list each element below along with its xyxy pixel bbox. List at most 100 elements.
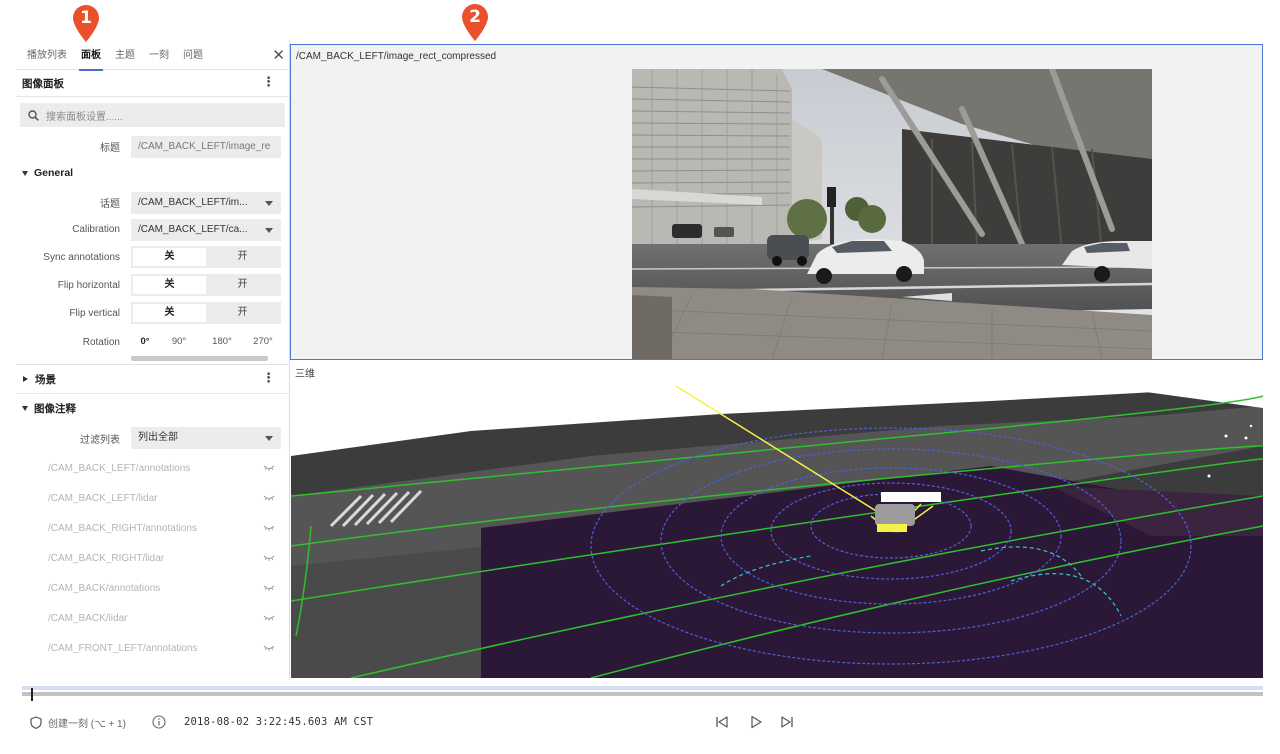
- close-icon[interactable]: ✕: [272, 46, 285, 64]
- eye-hidden-icon[interactable]: [263, 555, 275, 562]
- eye-hidden-icon[interactable]: [263, 585, 275, 592]
- flip-horizontal-off[interactable]: 关: [133, 276, 206, 294]
- group-image-annotations-label: 图像注释: [34, 403, 76, 415]
- group-scene-label: 场景: [35, 373, 56, 386]
- info-icon[interactable]: [152, 715, 166, 734]
- create-moment-label: 创建一刻 (⌥ + 1): [48, 719, 126, 730]
- eye-hidden-icon[interactable]: [263, 645, 275, 652]
- sync-annotations-off[interactable]: 关: [133, 248, 206, 266]
- search-placeholder: 搜索面板设置......: [46, 111, 123, 123]
- flip-horizontal-toggle: 关 开: [131, 274, 281, 296]
- filter-label: 过滤列表: [80, 434, 120, 446]
- tab-moments[interactable]: 一刻: [147, 40, 171, 70]
- playback-timestamp[interactable]: 2018-08-02 3:22:45.603 AM CST: [184, 716, 373, 728]
- filter-select[interactable]: 列出全部: [131, 427, 281, 449]
- topic-label: 话题: [100, 199, 120, 210]
- settings-search-input[interactable]: 搜索面板设置......: [20, 103, 285, 127]
- sync-annotations-label: Sync annotations: [43, 251, 120, 263]
- point-cloud-render: [291, 386, 1263, 678]
- flip-vertical-toggle: 关 开: [131, 302, 281, 324]
- flip-vertical-off[interactable]: 关: [133, 304, 206, 322]
- flip-horizontal-row: Flip horizontal 关 开: [16, 271, 289, 299]
- create-moment-button[interactable]: 创建一刻 (⌥ + 1): [30, 715, 126, 730]
- playback-bar: 创建一刻 (⌥ + 1) 2018-08-02 3:22:45.603 AM C…: [0, 705, 1280, 741]
- annotation-marker-1: 1: [70, 3, 102, 43]
- calibration-select[interactable]: /CAM_BACK_LEFT/ca...: [131, 218, 281, 241]
- filter-select-value: 列出全部: [138, 432, 178, 443]
- flip-horizontal-on[interactable]: 开: [206, 276, 279, 294]
- annotation-topic-label: /CAM_BACK_RIGHT/annotations: [48, 522, 197, 534]
- scene-panel[interactable]: 三维: [291, 364, 1263, 678]
- search-icon: [28, 109, 39, 121]
- annotation-topic-item[interactable]: /CAM_BACK/lidar: [16, 603, 289, 633]
- rotation-180[interactable]: 180°: [199, 332, 245, 352]
- annotation-topic-item[interactable]: /CAM_BACK_LEFT/annotations: [16, 453, 289, 483]
- group-general[interactable]: General: [16, 162, 289, 184]
- tab-problems[interactable]: 问题: [181, 40, 205, 70]
- rotation-row: Rotation 0° 90° 180° 270°: [16, 327, 289, 357]
- kebab-icon[interactable]: ⋮: [262, 75, 275, 89]
- annotation-topic-item[interactable]: /CAM_BACK_LEFT/lidar: [16, 483, 289, 513]
- chevron-down-icon: [22, 406, 28, 411]
- title-label: 标题: [100, 143, 120, 154]
- group-image-annotations[interactable]: 图像注释: [16, 394, 289, 423]
- flip-vertical-row: Flip vertical 关 开: [16, 299, 289, 327]
- timeline-track[interactable]: [22, 692, 1263, 696]
- flip-vertical-label: Flip vertical: [69, 307, 120, 319]
- rotation-90[interactable]: 90°: [159, 332, 199, 352]
- image-panel-title: /CAM_BACK_LEFT/image_rect_compressed: [296, 51, 497, 62]
- sidebar-tabs: 播放列表 面板 主题 一刻 问题 ✕: [16, 40, 289, 71]
- image-panel[interactable]: /CAM_BACK_LEFT/image_rect_compressed: [290, 44, 1263, 360]
- chevron-down-icon: [22, 170, 28, 176]
- timeline-playhead[interactable]: [31, 688, 33, 701]
- camera-image: [632, 69, 1152, 359]
- annotation-topic-label: /CAM_BACK/annotations: [48, 582, 161, 594]
- annotation-topic-label: /CAM_BACK_LEFT/lidar: [48, 492, 158, 504]
- panel-settings-header: 图像面板 ⋮: [16, 70, 289, 97]
- rotation-segmented: 0° 90° 180° 270°: [131, 331, 289, 353]
- topic-row: 话题 /CAM_BACK_LEFT/im...: [16, 189, 289, 216]
- flip-vertical-on[interactable]: 开: [206, 304, 279, 322]
- annotation-topic-item[interactable]: /CAM_BACK/annotations: [16, 573, 289, 603]
- title-field[interactable]: /CAM_BACK_LEFT/image_re: [131, 135, 281, 158]
- skip-forward-icon[interactable]: [780, 715, 794, 734]
- group-scene[interactable]: 场景 ⋮: [16, 365, 289, 394]
- settings-scrollbar[interactable]: [131, 356, 268, 361]
- chevron-right-icon: [23, 376, 28, 382]
- panel-title: 图像面板: [22, 77, 64, 90]
- annotation-topic-list: /CAM_BACK_LEFT/annotations/CAM_BACK_LEFT…: [16, 453, 289, 663]
- kebab-icon[interactable]: ⋮: [262, 371, 275, 385]
- title-row: 标题 /CAM_BACK_LEFT/image_re: [16, 133, 289, 160]
- annotation-topic-item[interactable]: /CAM_FRONT_LEFT/annotations: [16, 633, 289, 663]
- playback-timeline[interactable]: [22, 683, 1263, 701]
- calibration-label: Calibration: [72, 224, 120, 235]
- group-general-label: General: [34, 167, 74, 179]
- 3d-viewport[interactable]: [291, 386, 1263, 678]
- annotation-topic-item[interactable]: /CAM_BACK_RIGHT/annotations: [16, 513, 289, 543]
- sync-annotations-on[interactable]: 开: [206, 248, 279, 266]
- timeline-buffer: [22, 686, 1263, 690]
- caret-down-icon: [265, 436, 273, 441]
- sync-annotations-toggle: 关 开: [131, 246, 281, 268]
- skip-back-icon[interactable]: [715, 715, 729, 734]
- annotation-topic-item[interactable]: /CAM_BACK_RIGHT/lidar: [16, 543, 289, 573]
- sync-annotations-row: Sync annotations 关 开: [16, 243, 289, 271]
- annotation-topic-label: /CAM_BACK/lidar: [48, 612, 128, 624]
- scene-panel-title: 三维: [295, 369, 315, 380]
- play-icon[interactable]: [749, 715, 763, 734]
- tab-panel[interactable]: 面板: [79, 40, 103, 71]
- topic-select-value: /CAM_BACK_LEFT/im...: [138, 196, 248, 208]
- sidebar: 播放列表 面板 主题 一刻 问题 ✕ 图像面板 ⋮ 搜索面板设置...... 标…: [16, 40, 290, 680]
- eye-hidden-icon[interactable]: [263, 495, 275, 502]
- tab-topics[interactable]: 主题: [113, 40, 137, 70]
- shield-icon: [30, 716, 42, 729]
- tab-playlist[interactable]: 播放列表: [25, 40, 69, 70]
- rotation-0[interactable]: 0°: [131, 332, 159, 352]
- eye-hidden-icon[interactable]: [263, 615, 275, 622]
- rotation-270[interactable]: 270°: [245, 332, 281, 352]
- topic-select[interactable]: /CAM_BACK_LEFT/im...: [131, 191, 281, 214]
- rotation-label: Rotation: [82, 336, 120, 348]
- eye-hidden-icon[interactable]: [263, 525, 275, 532]
- eye-hidden-icon[interactable]: [263, 465, 275, 472]
- flip-horizontal-label: Flip horizontal: [57, 279, 120, 291]
